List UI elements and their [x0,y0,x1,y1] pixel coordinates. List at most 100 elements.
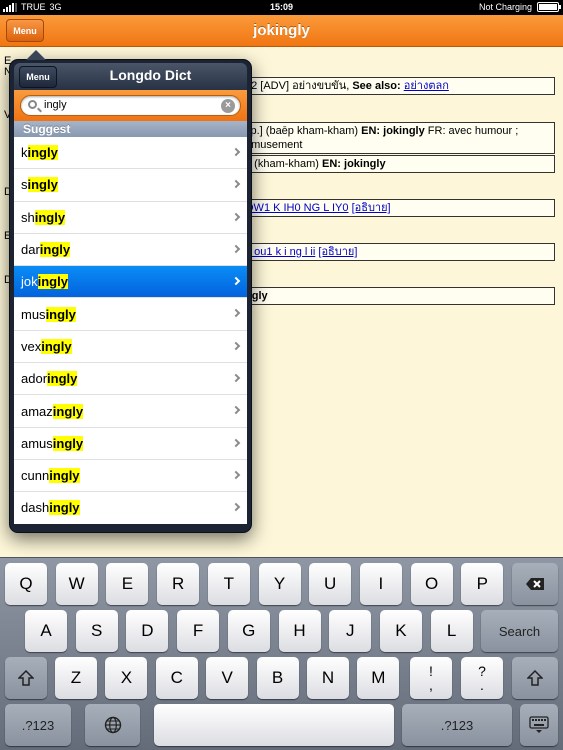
suggestion-item[interactable]: k ingly [14,137,247,170]
phonetic-link[interactable]: OW1 K IH0 NG L IY0 [245,202,349,214]
key-w[interactable]: W [55,563,98,605]
key-r[interactable]: R [157,563,200,605]
search-icon [28,100,37,109]
suggestion-prefix: jok [21,274,38,290]
suggestion-item[interactable]: amus ingly [14,427,247,460]
suggestion-item[interactable]: mus ingly [14,298,247,331]
suggestion-match: ingly [34,209,66,225]
key-question[interactable]: ?. [461,657,503,699]
backspace-key[interactable] [512,563,558,605]
suggestion-match: ingly [27,177,58,193]
suggestion-prefix: mus [21,306,46,322]
popover-menu-button[interactable]: Menu [19,66,57,88]
suggestion-item[interactable]: dar ingly [14,233,247,267]
key-a[interactable]: A [25,610,67,652]
chevron-right-icon [231,309,241,318]
search-key[interactable]: Search [481,610,558,652]
key-t[interactable]: T [207,563,250,605]
key-u[interactable]: U [309,563,352,605]
key-q[interactable]: Q [5,563,47,605]
suggestion-item[interactable]: sh ingly [14,201,247,234]
suggestion-item[interactable]: vex ingly [14,330,247,364]
chevron-right-icon [231,212,241,221]
suggestion-item[interactable]: s ingly [14,169,247,202]
numbers-key-right[interactable]: .?123 [402,704,512,746]
key-v[interactable]: V [206,657,249,699]
chevron-right-icon [231,503,241,512]
keyboard-dismiss-key[interactable] [520,704,558,746]
globe-icon [104,716,121,734]
shift-icon [527,670,543,686]
key-j[interactable]: J [329,610,372,652]
key-g[interactable]: G [227,610,270,652]
chevron-right-icon [231,147,241,157]
suggestion-match: ingly [49,500,80,516]
popover-arrow [26,50,46,60]
page-title: jokingly [253,22,310,39]
phonetic-link[interactable]: n ou1 k i ng l ii [245,246,315,258]
suggestion-item[interactable]: dash ingly [14,492,247,524]
key-n[interactable]: N [307,657,349,699]
search-input[interactable]: ingly × [20,95,241,116]
key-x[interactable]: X [105,657,148,699]
key-exclamation[interactable]: !, [410,657,452,699]
suggestion-match: ingly [47,371,78,387]
chevron-right-icon [231,244,241,254]
chevron-right-icon [231,438,241,447]
key-p[interactable]: P [461,563,504,605]
keyboard-dismiss-icon [529,716,549,733]
popover-title: Longdo Dict [109,67,192,83]
suggestion-item[interactable]: amaz ingly [14,395,247,428]
key-e[interactable]: E [106,563,149,605]
explain-link[interactable]: [อธิบาย] [352,202,391,214]
suggestion-item[interactable]: jok ingly [14,266,247,299]
suggestion-prefix: sh [21,209,35,225]
key-c[interactable]: C [155,657,198,699]
suggestion-prefix: vex [21,338,42,354]
key-l[interactable]: L [430,610,473,652]
key-k[interactable]: K [379,610,422,652]
key-s[interactable]: S [75,610,118,652]
section-header: Suggest [14,121,247,137]
chevron-right-icon [231,180,241,189]
suggestion-match: ingly [52,403,84,419]
key-z[interactable]: Z [55,657,97,699]
suggestion-prefix: cunn [21,468,50,484]
see-also-link[interactable]: อย่างตลก [404,80,449,92]
suggestion-match: ingly [45,306,76,322]
clear-icon[interactable]: × [221,99,235,113]
chevron-right-icon [231,470,241,480]
suggestion-list: Suggest k ingly s ingly sh ingly dar ingly jok in… [14,121,247,524]
key-m[interactable]: M [357,657,400,699]
suggestion-prefix: amus [21,435,53,451]
explain-link[interactable]: [อธิบาย] [318,246,357,258]
suggestion-item[interactable]: ador ingly [14,363,247,396]
globe-key[interactable] [85,704,140,746]
suggestion-match: ingly [39,242,71,258]
status-bar: TRUE 3G 15:09 Not Charging [0,0,563,15]
suggestion-match: ingly [27,145,58,161]
key-i[interactable]: I [359,563,402,605]
entry-box: OW1 K IH0 NG L IY0 [อธิบาย] [240,199,555,217]
key-y[interactable]: Y [258,563,301,605]
numbers-key-left[interactable]: .?123 [5,704,71,746]
key-o[interactable]: O [410,563,453,605]
entry-box: .] (kham-kham) EN: jokingly [240,155,555,173]
suggestion-prefix: amaz [21,403,53,419]
shift-key-right[interactable] [512,657,558,699]
key-b[interactable]: B [256,657,299,699]
key-d[interactable]: D [126,610,169,652]
shift-key-left[interactable] [5,657,47,699]
battery-text: Not Charging [478,2,532,12]
status-right: Not Charging [478,2,561,12]
suggestion-item[interactable]: cunn ingly [14,459,247,493]
key-f[interactable]: F [177,610,220,652]
backspace-icon [526,578,544,590]
key-h[interactable]: H [278,610,321,652]
chevron-right-icon [231,406,241,415]
entry-box: u2 [ADV] อย่างขบขัน, See also: อย่างตลก [240,77,555,95]
suggestion-prefix: ador [21,371,48,387]
popover-header: Menu Longdo Dict [14,63,247,90]
space-key[interactable] [154,704,394,746]
nav-bar: Menu jokingly [0,15,563,47]
